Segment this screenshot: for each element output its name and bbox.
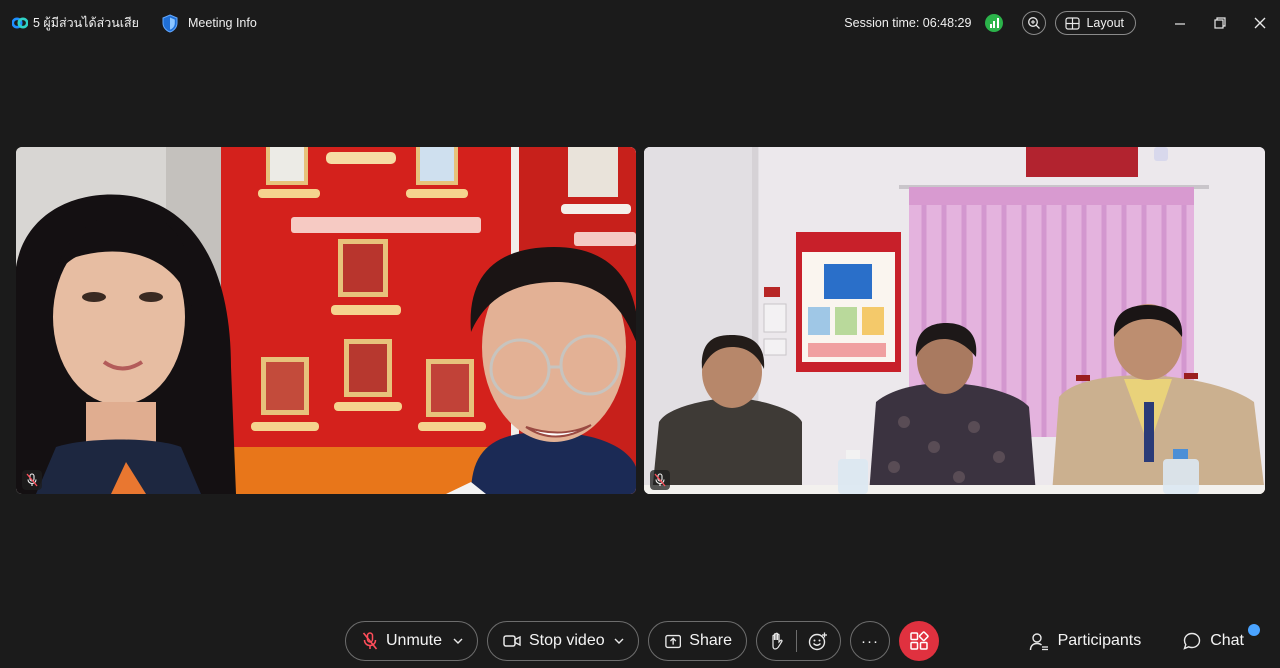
layout-label: Layout [1086, 16, 1124, 30]
video-feed-2 [644, 147, 1265, 494]
video-camera-icon [503, 635, 521, 647]
muted-indicator-2 [650, 470, 670, 490]
unmute-label: Unmute [386, 632, 443, 649]
video-tile-2[interactable] [644, 147, 1265, 494]
stop-video-label: Stop video [529, 632, 605, 649]
emoji-add-icon [808, 632, 827, 650]
reactions-button[interactable] [808, 632, 828, 651]
minimize-icon [1175, 23, 1185, 25]
shield-icon[interactable] [161, 13, 179, 33]
close-window-button[interactable] [1240, 0, 1280, 46]
raise-hand-icon [772, 632, 783, 650]
end-meeting-button[interactable] [899, 621, 939, 661]
stop-video-button[interactable]: Stop video [487, 621, 639, 661]
participants-label: Participants [1057, 632, 1142, 649]
share-label: Share [689, 632, 732, 649]
video-feed-1 [16, 147, 636, 494]
share-button[interactable]: Share [648, 621, 747, 661]
title-left: 5 ผู้มีส่วนได้ส่วนเสีย Meeting Info [0, 13, 257, 33]
chat-notification-dot [1248, 624, 1260, 636]
close-icon [1254, 17, 1266, 29]
layout-button[interactable]: Layout [1055, 11, 1136, 35]
mic-muted-icon [654, 473, 666, 487]
raise-hand-button[interactable] [769, 632, 785, 650]
meeting-name: 5 ผู้มีส่วนได้ส่วนเสีย [33, 16, 140, 30]
mic-muted-icon [26, 473, 38, 487]
chat-bubble-icon [1183, 632, 1201, 650]
chat-button[interactable]: Chat [1183, 624, 1260, 650]
share-screen-icon [665, 634, 682, 648]
side-panel-toggles: Participants Chat [1029, 621, 1280, 661]
more-icon: ··· [861, 632, 879, 650]
magnifier-icon [1028, 17, 1041, 29]
meeting-info-link[interactable]: Meeting Info [188, 16, 257, 30]
meeting-controls: Unmute Stop video Share ··· [345, 621, 939, 661]
title-right: Session time: 06:48:29 Layout [844, 0, 1280, 46]
participants-icon [1029, 632, 1048, 650]
muted-indicator-1 [22, 470, 42, 490]
title-bar: 5 ผู้มีส่วนได้ส่วนเสีย Meeting Info Sess… [0, 0, 1280, 46]
webex-logo-icon [12, 16, 28, 30]
chat-label: Chat [1210, 632, 1244, 649]
reactions-divider [796, 630, 797, 652]
network-signal-icon[interactable] [985, 14, 1004, 32]
participants-button[interactable]: Participants [1029, 632, 1142, 651]
reactions-group [756, 621, 841, 661]
apps-grid-icon [910, 631, 929, 650]
restore-button[interactable] [1200, 0, 1240, 46]
chevron-down-icon [453, 638, 463, 644]
mic-muted-icon [362, 632, 378, 650]
video-tile-1[interactable] [16, 147, 636, 494]
chevron-down-icon [614, 638, 624, 644]
more-options-button[interactable]: ··· [850, 621, 890, 661]
layout-grid-icon [1065, 16, 1081, 30]
session-time: Session time: 06:48:29 [844, 16, 972, 30]
restore-icon [1214, 17, 1226, 29]
minimize-button[interactable] [1160, 0, 1200, 46]
zoom-search-button[interactable] [1022, 11, 1047, 35]
unmute-button[interactable]: Unmute [345, 621, 478, 661]
